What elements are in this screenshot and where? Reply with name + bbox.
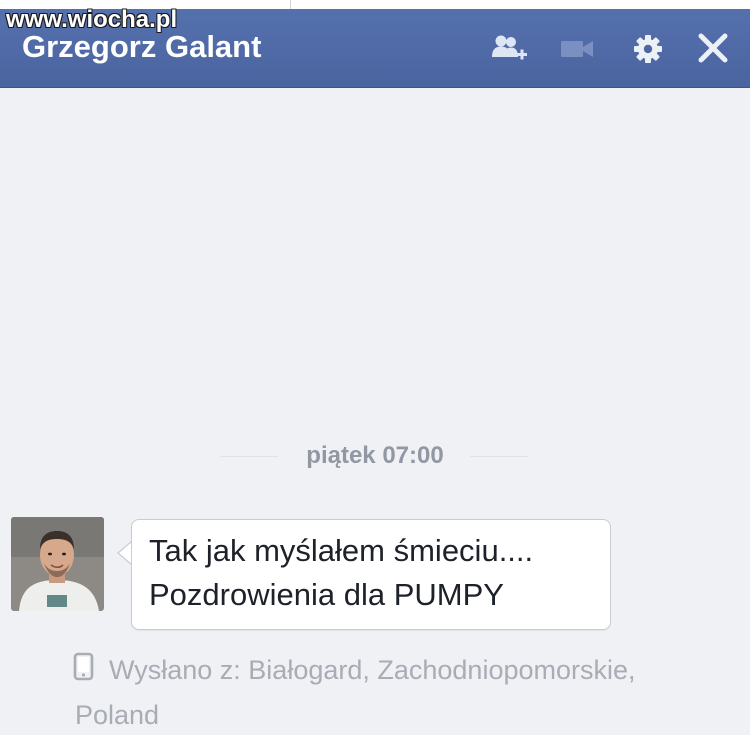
window-seam (290, 0, 291, 9)
contact-name[interactable]: Grzegorz Galant (22, 29, 261, 65)
message-text-line-1: Tak jak myślałem śmieciu.... (149, 533, 534, 568)
message-timestamp: piątek 07:00 (306, 442, 444, 469)
video-call-icon[interactable] (558, 31, 598, 67)
divider-line-right (470, 456, 528, 457)
avatar[interactable] (11, 517, 104, 611)
date-divider: piątek 07:00 (0, 438, 750, 474)
watermark: www.wiocha.pl (6, 6, 178, 33)
sent-from-country[interactable]: Poland (75, 700, 159, 731)
add-friend-icon[interactable] (490, 31, 530, 67)
close-icon[interactable] (693, 31, 733, 67)
sent-from-location[interactable]: Wysłano z: Białogard, Zachodniopomorskie… (109, 655, 636, 686)
gear-icon[interactable] (628, 31, 668, 67)
mobile-phone-icon (73, 652, 94, 681)
message-text-line-2: Pozdrowienia dla PUMPY (149, 577, 504, 612)
divider-line-left (220, 456, 278, 457)
